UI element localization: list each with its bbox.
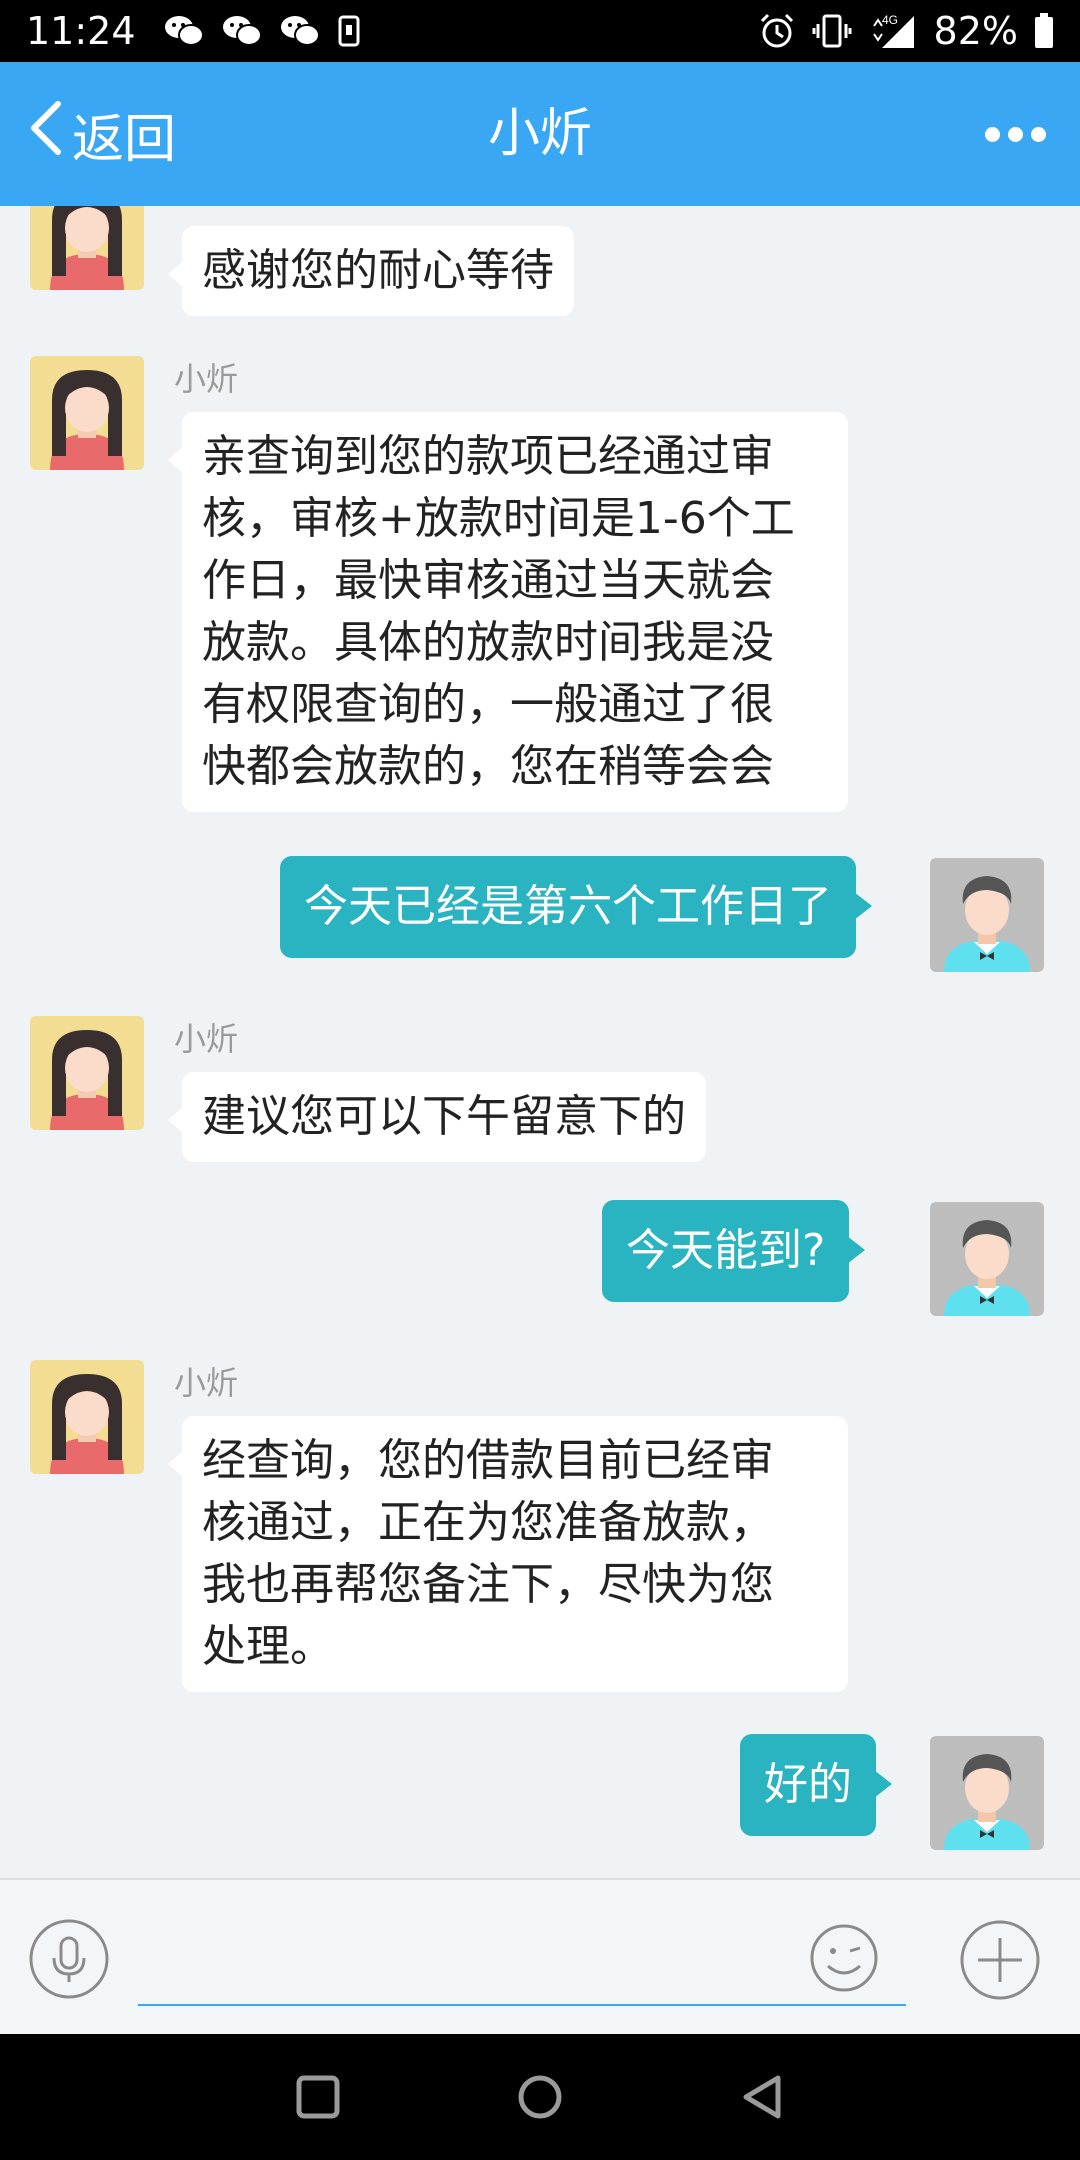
recent-apps-icon[interactable] (258, 2034, 378, 2160)
message-line: 处理。 (202, 1621, 334, 1672)
message-line: 我也再帮您备注下，尽快为您 (202, 1559, 774, 1610)
message-text: 好的 (764, 1759, 852, 1810)
wechat-icon (164, 14, 204, 48)
user-message-bubble: 好的 (740, 1734, 892, 1836)
agent-avatar (30, 1016, 144, 1130)
message-text: 今天能到? (626, 1225, 826, 1276)
wechat-icon (222, 14, 262, 48)
user-avatar (930, 1202, 1044, 1316)
wechat-icon (280, 14, 320, 48)
agent-message-bubble: 感谢您的耐心等待 (168, 226, 574, 316)
message-line: 经查询，您的借款目前已经审 (202, 1435, 774, 1486)
chevron-left-icon (24, 98, 64, 171)
message-line: 核通过，正在为您准备放款， (202, 1497, 774, 1548)
message-line: 作日，最快审核通过当天就会 (202, 555, 774, 606)
sender-name: 小炘 (174, 1364, 239, 1402)
user-message-bubble: 今天已经是第六个工作日了 (280, 856, 872, 958)
microphone-icon[interactable] (28, 1918, 110, 2000)
back-label: 返回 (72, 109, 177, 170)
more-dots-icon[interactable] (985, 62, 1046, 206)
message-line: 有权限查询的，一般通过了很 (202, 679, 774, 730)
back-triangle-icon[interactable] (702, 2034, 822, 2160)
system-nav-bar (0, 2034, 1080, 2160)
svg-text:4G: 4G (882, 13, 898, 27)
alarm-icon (758, 12, 796, 50)
agent-avatar (30, 206, 144, 290)
message-line: 亲查询到您的款项已经通过审 (202, 431, 774, 482)
signal-icon: 4G (868, 12, 918, 50)
sender-name: 小炘 (174, 1020, 239, 1058)
user-avatar (930, 858, 1044, 972)
user-message-bubble: 今天能到? (602, 1200, 866, 1302)
chat-area[interactable]: 感谢您的耐心等待 小炘 亲查询到您的款项已经通过审 核，审核+放款时间是1-6个… (0, 206, 1080, 1878)
message-line: 快都会放款的，您在稍等会会 (202, 741, 774, 792)
message-input[interactable] (138, 1910, 906, 2006)
user-avatar (930, 1736, 1044, 1850)
status-time: 11:24 (26, 9, 136, 53)
agent-avatar (30, 1360, 144, 1474)
plus-icon[interactable] (958, 1918, 1042, 2002)
status-bar: 11:24 4G 82% (0, 0, 1080, 62)
input-bar (0, 1878, 1080, 2034)
agent-avatar (30, 356, 144, 470)
message-line: 放款。具体的放款时间我是没 (202, 617, 774, 668)
battery-icon (1034, 13, 1054, 49)
vibrate-icon (812, 14, 852, 48)
message-text: 建议您可以下午留意下的 (202, 1091, 686, 1142)
back-button[interactable]: 返回 (24, 62, 176, 206)
agent-message-bubble: 建议您可以下午留意下的 (168, 1072, 706, 1162)
agent-message-bubble: 经查询，您的借款目前已经审 核通过，正在为您准备放款， 我也再帮您备注下，尽快为… (168, 1416, 848, 1692)
message-line: 核，审核+放款时间是1-6个工 (202, 493, 795, 544)
battery-level: 82% (933, 9, 1018, 53)
message-text: 今天已经是第六个工作日了 (304, 881, 832, 932)
message-text: 感谢您的耐心等待 (202, 245, 554, 296)
sender-name: 小炘 (174, 360, 239, 398)
agent-message-bubble: 亲查询到您的款项已经通过审 核，审核+放款时间是1-6个工 作日，最快审核通过当… (168, 412, 848, 812)
title-bar: 返回 小炘 (0, 62, 1080, 206)
home-icon[interactable] (480, 2034, 600, 2160)
emoji-icon[interactable] (808, 1922, 880, 1994)
sim-icon (338, 15, 360, 47)
